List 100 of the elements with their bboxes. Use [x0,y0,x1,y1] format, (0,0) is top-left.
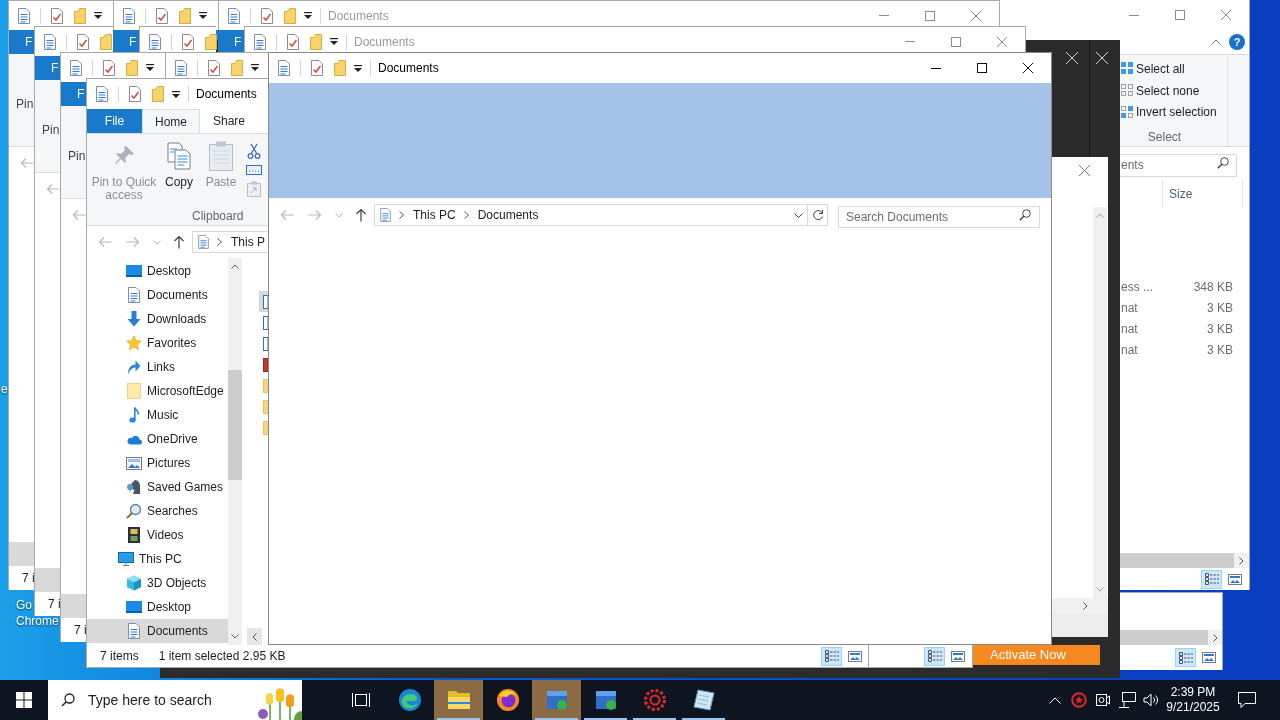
scroll-thumb[interactable] [1120,553,1234,568]
table-cell-text: 348 KB [1193,278,1233,296]
document-icon[interactable] [278,60,290,76]
nav-item[interactable]: Favorites [87,331,228,355]
nav-item[interactable]: Downloads [87,307,228,331]
nav-item[interactable]: Pictures [87,451,228,475]
copy-path-icon[interactable] [246,165,262,175]
chevron-right-icon[interactable] [217,238,222,246]
breadcrumb-item[interactable]: This P [231,233,265,251]
select-all-button[interactable]: Select all [1120,58,1227,80]
file-tab[interactable]: File [87,109,142,133]
scissors-icon[interactable] [247,143,261,159]
nav-item[interactable]: Saved Games [87,475,228,499]
dropdown-caret-icon[interactable] [354,64,362,72]
checked-document-icon[interactable] [311,60,323,76]
message-icon[interactable] [1238,692,1256,708]
checked-document-icon[interactable] [51,7,63,24]
folder-icon [446,690,471,710]
nav-item[interactable]: MicrosoftEdge [87,379,228,403]
nav-item[interactable]: 3D Objects [87,571,228,595]
details-view-button[interactable] [924,646,945,666]
pin-button[interactable]: Pin [16,98,34,111]
nav-item[interactable]: Videos [87,523,228,547]
document-icon[interactable] [175,59,187,76]
nav-item[interactable]: Music [87,403,228,427]
dropdown-caret-icon[interactable] [199,12,207,19]
star-badge-icon[interactable] [1071,692,1087,708]
details-view-icon [1178,651,1193,664]
search-field[interactable]: Type here to search [48,680,302,720]
document-icon[interactable] [123,7,135,24]
ribbon-tab[interactable]: Share [200,109,258,133]
details-view-button[interactable] [821,646,842,666]
help-button[interactable]: ? [1229,34,1245,50]
ribbon-tab[interactable]: Home [142,109,200,133]
file-tab[interactable]: F [113,30,139,54]
nav-item[interactable]: Links [87,355,228,379]
file-tab[interactable]: F [61,82,86,106]
document-icon[interactable] [254,33,266,50]
breadcrumb-item[interactable]: This PC [413,206,456,224]
document-icon[interactable] [18,7,30,24]
network-icon[interactable] [1118,692,1136,708]
address-bar[interactable]: This PC Documents [374,204,808,226]
select-none-button[interactable]: Select none [1120,79,1227,102]
checked-document-icon[interactable] [129,86,141,102]
checked-document-icon[interactable] [156,7,168,24]
chevron-right-icon[interactable] [463,211,469,219]
file-tab[interactable]: F [35,56,60,80]
checked-document-icon[interactable] [261,7,273,24]
nav-item[interactable]: Searches [87,499,228,523]
chevron-right-icon[interactable] [399,211,404,219]
document-icon[interactable] [70,59,82,76]
chevron-down-icon[interactable] [794,212,803,218]
file-row[interactable] [259,291,268,312]
file-tab[interactable]: F [9,30,34,54]
table-cell-text: nat [1121,320,1138,338]
thumbnail-view-icon [847,650,862,662]
globe-icon [495,688,520,712]
details-view-button[interactable] [1175,648,1196,667]
dropdown-caret-icon[interactable] [251,64,259,71]
column-header[interactable]: Size [1162,180,1243,208]
speaker-icon[interactable] [1143,693,1159,707]
camera-icon[interactable] [1095,693,1111,707]
dropdown-caret-icon[interactable] [330,38,338,45]
checked-document-icon[interactable] [77,33,89,50]
nav-item[interactable]: Documents [87,283,228,307]
document-icon[interactable] [96,86,108,102]
details-view-button[interactable] [1201,569,1222,589]
nav-item[interactable]: Desktop [87,595,228,619]
dropdown-caret-icon[interactable] [94,12,102,19]
empty-grid-icon [1121,84,1134,97]
nav-item[interactable]: This PC [87,547,228,571]
scroll-thumb[interactable] [1120,630,1208,645]
search-field[interactable]: Search Documents [838,206,1040,228]
nav-item[interactable]: Desktop [87,259,228,283]
checked-document-icon[interactable] [103,59,115,76]
copy-button[interactable]: Copy [161,140,197,209]
nav-item[interactable]: OneDrive [87,427,228,451]
search-field[interactable]: ents [1120,153,1237,177]
dropdown-caret-icon[interactable] [172,90,180,98]
pin-button[interactable]: Pin [42,124,60,137]
document-icon[interactable] [44,33,56,50]
checked-document-icon[interactable] [208,59,220,76]
dropdown-caret-icon[interactable] [146,64,154,71]
refresh-button[interactable] [808,204,828,226]
address-bar[interactable]: This P [192,231,268,253]
invert-selection-button[interactable]: Invert selection [1120,101,1227,123]
document-icon[interactable] [228,7,240,24]
pin-button[interactable]: Pin [68,150,86,163]
nav-item[interactable]: Documents [87,619,228,643]
file-tab[interactable]: F [218,30,244,54]
scroll-left-button[interactable] [247,628,262,645]
breadcrumb-item[interactable]: Documents [477,206,539,224]
task-view-icon [350,692,371,708]
clock[interactable]: 2:39 PM 9/21/2025 [1163,680,1223,720]
scroll-thumb[interactable] [228,370,242,480]
dropdown-caret-icon[interactable] [304,12,312,19]
checked-document-icon[interactable] [287,33,299,50]
document-icon[interactable] [149,33,161,50]
checked-document-icon[interactable] [182,33,194,50]
swirl-icon [397,688,422,712]
